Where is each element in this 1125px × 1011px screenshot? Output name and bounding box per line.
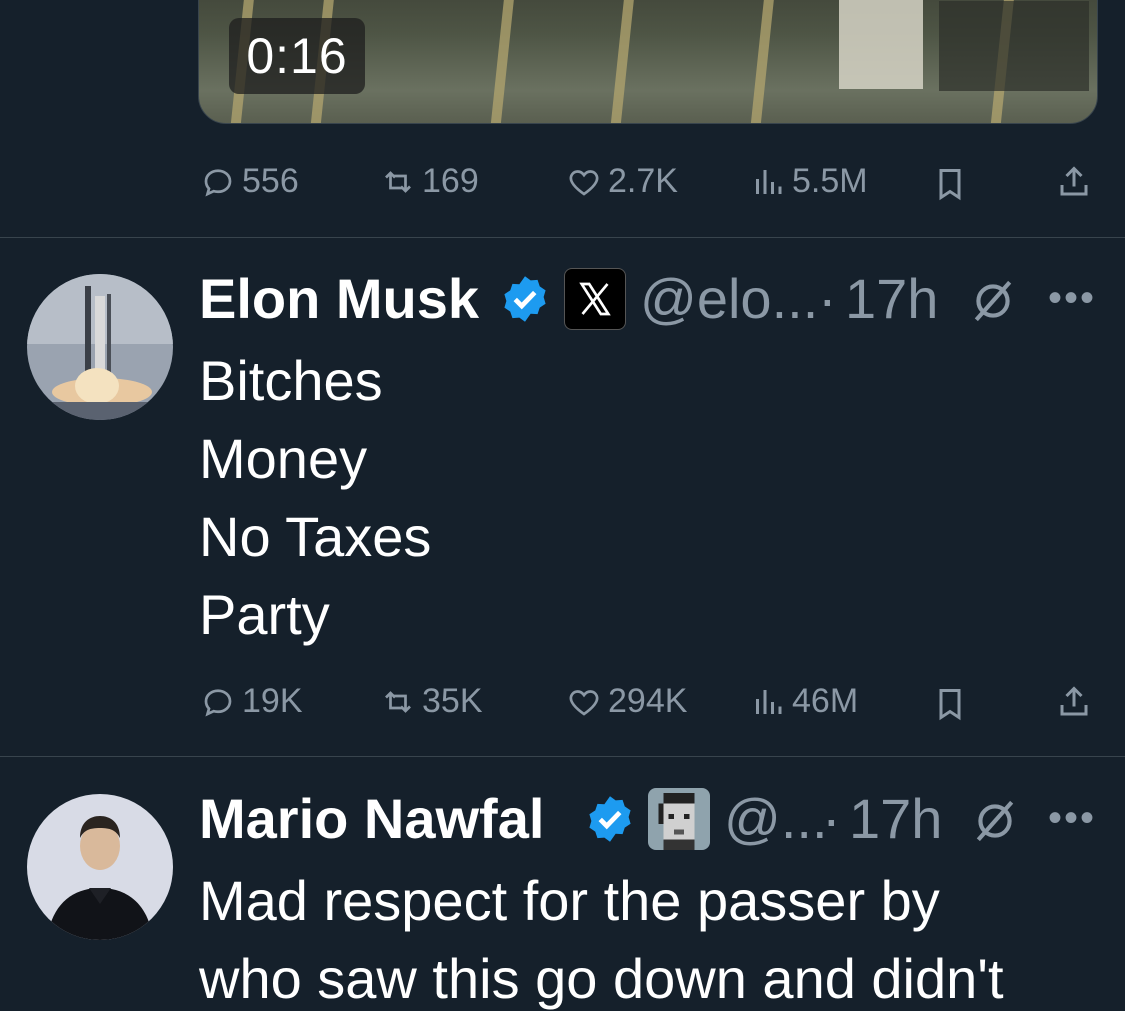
tweet-text-line: Bitches xyxy=(199,349,383,412)
bookmark-button[interactable] xyxy=(932,686,968,722)
retweet-count: 35K xyxy=(422,682,483,720)
tweet-text-line: Party xyxy=(199,583,330,646)
tweet-text-line: Mad respect for the passer by xyxy=(199,869,940,932)
heart-icon xyxy=(569,169,599,196)
heart-icon xyxy=(569,689,599,716)
separator-dot: · xyxy=(818,267,837,330)
reply-count: 19K xyxy=(242,682,303,720)
like-button[interactable]: 2.7K xyxy=(566,162,678,201)
tweet-time[interactable]: 17h xyxy=(845,266,938,331)
share-icon xyxy=(1060,686,1088,716)
separator-dot: · xyxy=(822,787,841,850)
author-handle[interactable]: @... xyxy=(724,786,828,851)
views-icon xyxy=(756,689,782,714)
rocket-launch-avatar-image xyxy=(27,274,173,420)
verified-badge-icon xyxy=(504,276,546,322)
like-button[interactable]: 294K xyxy=(566,682,687,721)
retweet-button[interactable]: 169 xyxy=(380,162,479,201)
avatar[interactable] xyxy=(27,274,173,420)
bookmark-icon xyxy=(939,689,961,721)
share-button[interactable] xyxy=(1056,164,1092,200)
pixel-avatar-badge xyxy=(648,788,710,850)
views-icon xyxy=(756,169,782,194)
reply-count: 556 xyxy=(242,162,299,200)
retweet-count: 169 xyxy=(422,162,479,200)
views-button[interactable]: 46M xyxy=(750,682,858,721)
author-name[interactable]: Elon Musk xyxy=(199,266,479,331)
more-options-icon[interactable]: ••• xyxy=(1048,796,1096,841)
bookmark-icon xyxy=(939,169,961,201)
verified-badge-icon xyxy=(589,796,631,842)
reply-button[interactable]: 556 xyxy=(200,162,299,201)
person-avatar-image xyxy=(27,794,173,940)
views-count: 5.5M xyxy=(792,162,868,200)
share-button[interactable] xyxy=(1056,684,1092,720)
grok-icon[interactable] xyxy=(968,276,1018,326)
tweet-text-line: Money xyxy=(199,427,368,490)
share-icon xyxy=(1060,166,1088,196)
reply-icon xyxy=(204,168,232,196)
author-handle[interactable]: @elo... xyxy=(640,266,818,331)
tweet-divider xyxy=(0,756,1125,757)
bookmark-button[interactable] xyxy=(932,166,968,202)
tweet-text-line: No Taxes xyxy=(199,505,432,568)
like-count: 294K xyxy=(608,682,688,720)
retweet-button[interactable]: 35K xyxy=(380,682,483,721)
grok-icon[interactable] xyxy=(970,796,1020,846)
x-affiliate-badge xyxy=(564,268,626,330)
views-count: 46M xyxy=(792,682,859,720)
views-button[interactable]: 5.5M xyxy=(750,162,868,201)
pixel-punk-icon xyxy=(658,793,695,850)
retweet-icon xyxy=(385,170,411,193)
more-options-icon[interactable]: ••• xyxy=(1048,276,1096,321)
avatar[interactable] xyxy=(27,794,173,940)
tweet-text-line: who saw this go down and didn't xyxy=(199,947,1004,1010)
tweet-divider xyxy=(0,237,1125,238)
tweet-time[interactable]: 17h xyxy=(849,786,942,851)
reply-icon xyxy=(204,688,232,716)
author-name[interactable]: Mario Nawfal xyxy=(199,786,544,851)
retweet-icon xyxy=(385,690,411,713)
x-logo-icon xyxy=(579,282,611,316)
like-count: 2.7K xyxy=(608,162,678,200)
video-duration-badge: 0:16 xyxy=(229,18,365,94)
reply-button[interactable]: 19K xyxy=(200,682,303,721)
